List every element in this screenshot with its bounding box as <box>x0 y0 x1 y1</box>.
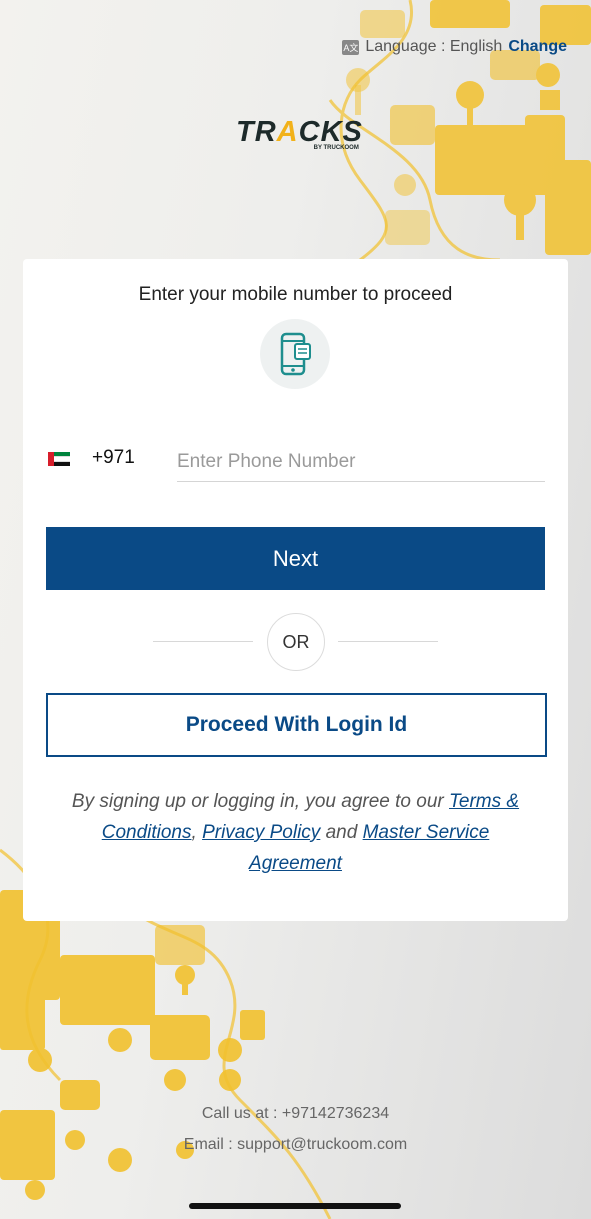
mobile-phone-icon <box>260 319 330 389</box>
terms-prefix: By signing up or logging in, you agree t… <box>71 791 444 812</box>
proceed-with-login-id-button[interactable]: Proceed With Login Id <box>46 693 547 757</box>
language-label: Language : English <box>365 38 503 55</box>
or-divider-right <box>338 641 438 642</box>
country-code[interactable]: +971 <box>92 447 135 469</box>
privacy-policy-link[interactable]: Privacy Policy <box>202 822 320 843</box>
home-indicator[interactable] <box>189 1203 401 1209</box>
language-selector[interactable]: A文 Language : English Change <box>342 38 567 56</box>
logo-word-post: CKS <box>298 116 363 148</box>
terms-text: By signing up or logging in, you agree t… <box>63 786 528 879</box>
footer-call[interactable]: Call us at : +97142736234 <box>0 1105 591 1123</box>
next-button[interactable]: Next <box>46 527 545 590</box>
tracks-logo: TRACKS BY TRUCKOOM <box>236 116 363 151</box>
card-title: Enter your mobile number to proceed <box>138 284 453 305</box>
translate-icon: A文 <box>342 39 360 55</box>
uae-flag-icon[interactable] <box>48 452 70 466</box>
phone-number-input[interactable] <box>177 443 545 482</box>
or-separator: OR <box>267 613 325 671</box>
login-card: Enter your mobile number to proceed +971… <box>23 259 568 921</box>
terms-comma: , <box>191 822 197 843</box>
terms-and: and <box>325 822 358 843</box>
footer-email[interactable]: Email : support@truckoom.com <box>0 1136 591 1154</box>
logo-word-a: A <box>276 116 299 148</box>
or-divider-left <box>153 641 253 642</box>
change-language-link[interactable]: Change <box>508 38 567 56</box>
logo-word-pre: TR <box>236 116 277 148</box>
